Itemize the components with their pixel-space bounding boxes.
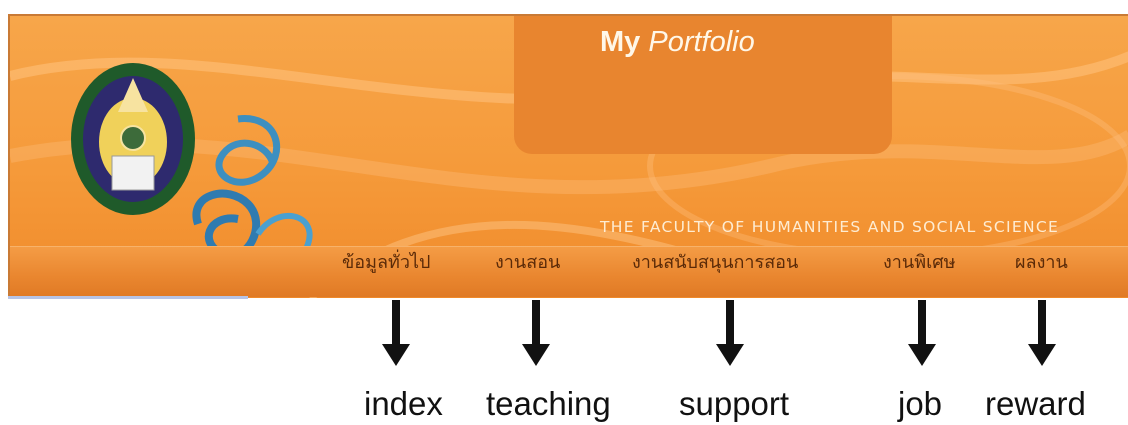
nav-item-reward[interactable]: ผลงาน — [1015, 247, 1068, 276]
annotation-support: support — [679, 385, 790, 422]
annotation-job: job — [898, 385, 943, 422]
nav-bar — [10, 246, 1128, 297]
arrow-down-icon — [382, 300, 410, 366]
site-title: My Portfolio — [600, 26, 755, 59]
arrow-down-icon — [522, 300, 550, 366]
arrow-down-icon — [716, 300, 744, 366]
site-title-bold: My — [600, 26, 641, 58]
site-title-italic: Portfolio — [648, 26, 755, 58]
arrow-down-icon — [1028, 300, 1056, 366]
annotation-index: index — [364, 385, 443, 422]
faculty-name: THE FACULTY OF HUMANITIES AND SOCIAL SCI… — [600, 218, 1060, 236]
annotation-reward: reward — [985, 385, 1086, 422]
nav-item-teaching[interactable]: งานสอน — [495, 247, 560, 276]
arrow-down-icon — [908, 300, 936, 366]
nav-item-general-info[interactable]: ข้อมูลทั่วไป — [342, 247, 430, 276]
annotation-teaching: teaching — [486, 385, 611, 422]
header-banner — [8, 14, 1128, 298]
nav-item-special-work[interactable]: งานพิเศษ — [883, 247, 956, 276]
divider — [8, 296, 248, 299]
nav-item-teaching-support[interactable]: งานสนับสนุนการสอน — [632, 247, 798, 276]
